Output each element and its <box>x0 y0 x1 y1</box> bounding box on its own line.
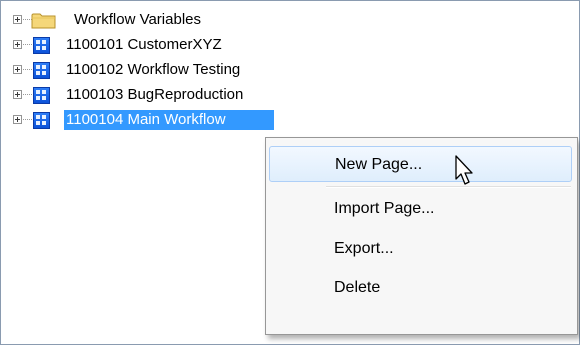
expand-plus-icon[interactable] <box>13 65 22 74</box>
tree-item-workflow-testing[interactable]: 1100102 Workflow Testing <box>1 59 561 83</box>
workflow-icon <box>33 62 50 79</box>
menu-item-label: Export... <box>334 240 394 257</box>
expand-plus-icon[interactable] <box>13 90 22 99</box>
menu-item-new-page[interactable]: New Page... <box>269 146 572 182</box>
expand-plus-icon[interactable] <box>13 40 22 49</box>
menu-separator <box>326 186 571 188</box>
expand-plus-icon[interactable] <box>13 15 22 24</box>
workflow-icon <box>33 87 50 104</box>
tree-item-label-selected: 1100104 Main Workflow <box>64 110 274 130</box>
tree-item-label: 1100101 CustomerXYZ <box>66 36 222 53</box>
tree-item-label: 1100103 BugReproduction <box>66 86 244 103</box>
menu-item-label: Delete <box>334 279 381 296</box>
tree-connector <box>23 69 32 70</box>
mouse-pointer-icon <box>455 155 473 185</box>
tree-connector <box>23 119 32 120</box>
tree-item-main-workflow[interactable]: 1100104 Main Workflow <box>1 109 561 133</box>
tree-connector <box>23 94 32 95</box>
menu-item-export[interactable]: Export... <box>269 231 572 267</box>
workflow-icon <box>33 37 50 54</box>
context-menu: New Page... Import Page... Export... Del… <box>265 137 578 335</box>
menu-item-label: New Page... <box>335 156 423 173</box>
expand-plus-icon[interactable] <box>13 115 22 124</box>
menu-item-import-page[interactable]: Import Page... <box>269 191 572 227</box>
menu-item-label: Import Page... <box>334 200 435 217</box>
workflow-icon <box>33 112 50 129</box>
folder-icon <box>31 13 56 29</box>
tree-item-label: 1100102 Workflow Testing <box>66 61 241 78</box>
tree-item-workflow-variables[interactable]: Workflow Variables <box>1 9 561 33</box>
tree-item-customerxyz[interactable]: 1100101 CustomerXYZ <box>1 34 561 58</box>
tree-item-label: Workflow Variables <box>74 11 201 28</box>
menu-item-delete[interactable]: Delete <box>269 270 572 306</box>
tree-item-bugreproduction[interactable]: 1100103 BugReproduction <box>1 84 561 108</box>
tree-connector <box>23 44 32 45</box>
